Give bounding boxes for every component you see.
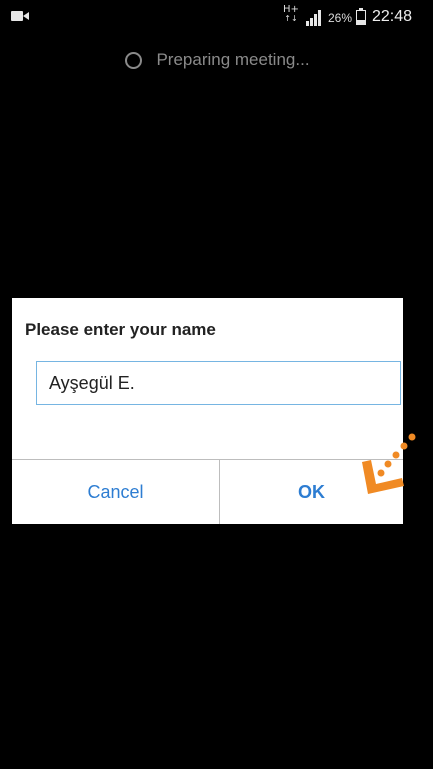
name-input[interactable] [36, 361, 401, 405]
preparing-status: Preparing meeting... [4, 50, 431, 70]
cancel-button[interactable]: Cancel [12, 460, 219, 524]
dialog-title: Please enter your name [25, 320, 216, 339]
battery-icon [356, 8, 366, 25]
network-type-indicator: H+ ↑↓ [283, 4, 299, 24]
clock: 22:48 [372, 8, 413, 25]
status-bar: H+ ↑↓ 26% 22:48 [4, 3, 431, 31]
tap-hint-icon [362, 433, 416, 494]
battery-percent: 26% [328, 11, 353, 25]
preparing-text: Preparing meeting... [156, 50, 310, 69]
screen: H+ ↑↓ 26% 22:48 Preparing meeting... Ple… [4, 3, 431, 765]
signal-icon [306, 10, 321, 26]
name-dialog: Please enter your name Cancel OK [12, 298, 403, 524]
video-camera-icon [11, 11, 29, 21]
spinner-icon [125, 51, 143, 69]
